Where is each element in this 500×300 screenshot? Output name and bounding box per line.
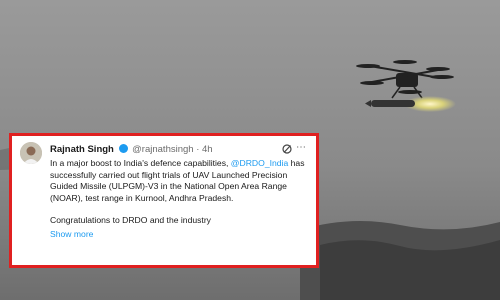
- avatar[interactable]: [20, 142, 42, 164]
- separator-dot: ·: [196, 144, 200, 155]
- grok-icon[interactable]: [282, 144, 292, 154]
- tweet-paragraph-2: Congratulations to DRDO and the industry: [50, 215, 211, 226]
- tweet-text: In a major boost to India's defence capa…: [50, 158, 308, 241]
- tweet-paragraph-1: In a major boost to India's defence capa…: [50, 158, 308, 204]
- author-handle[interactable]: @rajnathsingh: [132, 144, 193, 155]
- more-icon[interactable]: ⋯: [296, 142, 306, 153]
- tweet-card[interactable]: Rajnath Singh @rajnathsingh · 4h ⋯ In a …: [9, 133, 319, 268]
- timestamp[interactable]: 4h: [202, 144, 213, 155]
- verified-icon: [118, 144, 128, 153]
- author-name[interactable]: Rajnath Singh: [50, 144, 114, 155]
- author-line: Rajnath Singh @rajnathsingh · 4h: [50, 144, 213, 155]
- show-more-link[interactable]: Show more: [50, 229, 93, 241]
- tweet-header: Rajnath Singh @rajnathsingh · 4h ⋯: [20, 142, 308, 164]
